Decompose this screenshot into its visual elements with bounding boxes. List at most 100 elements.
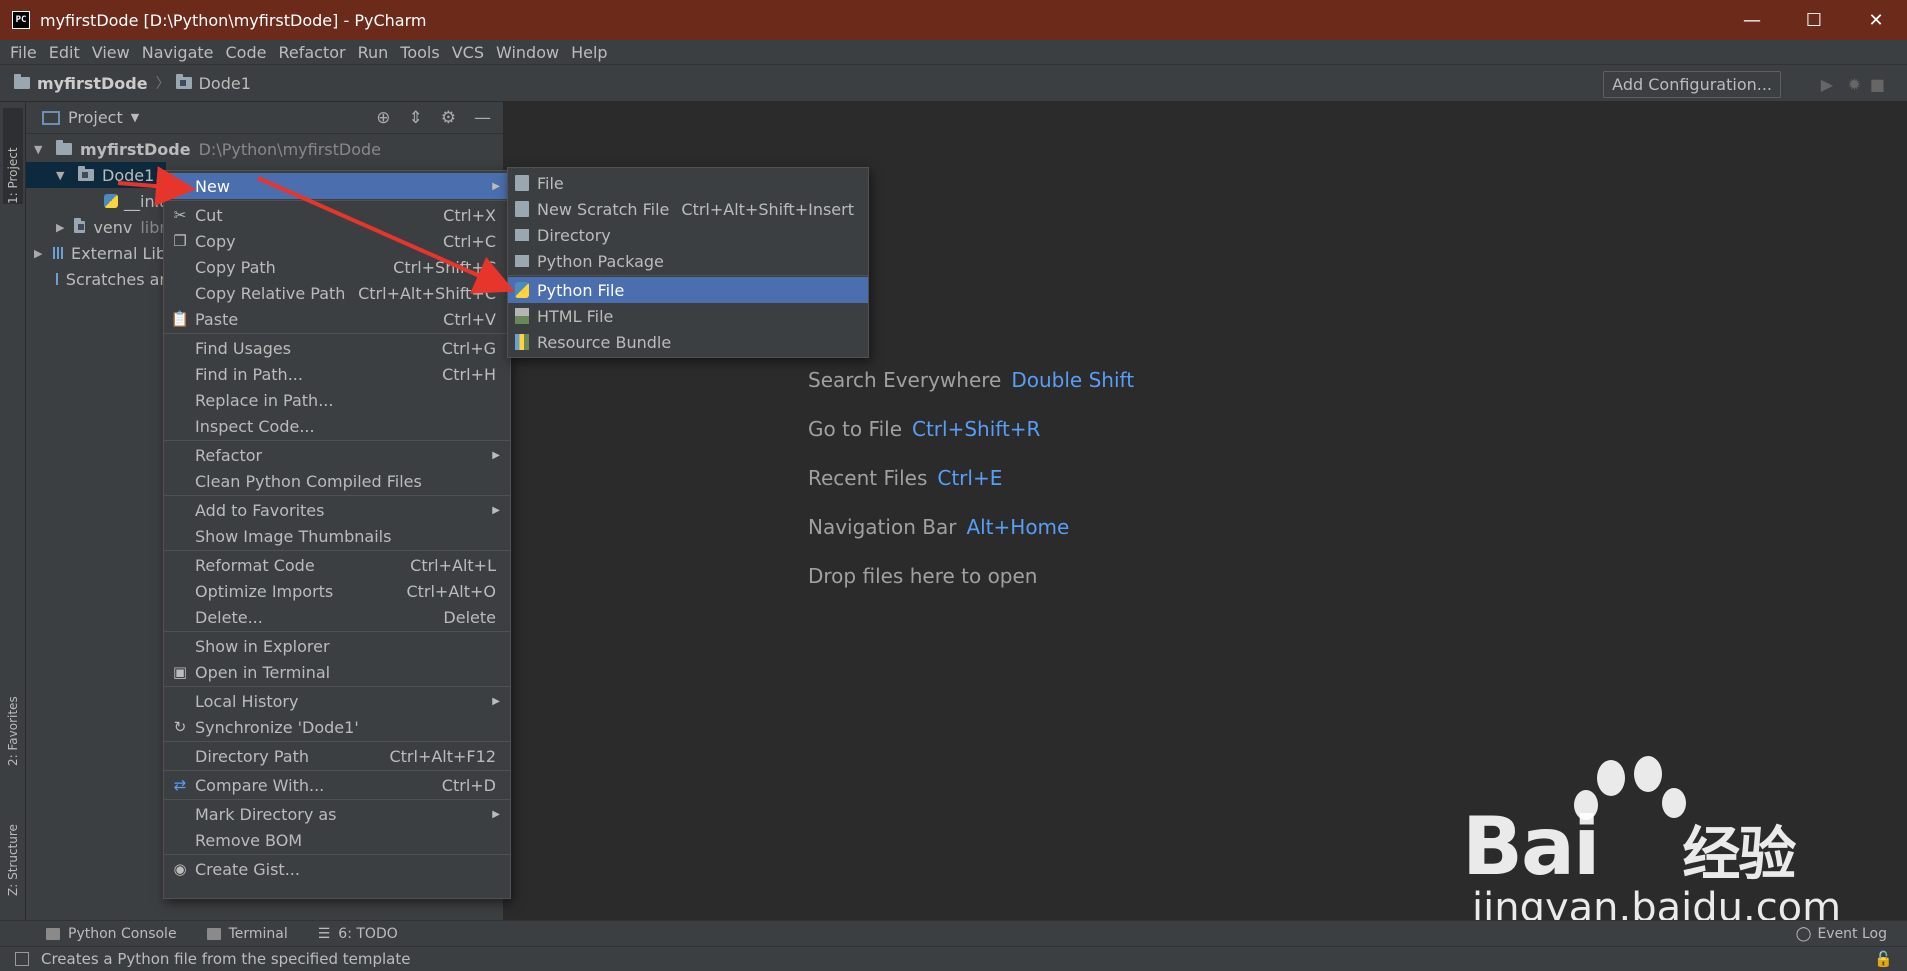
toggle-tool-windows-icon[interactable] (15, 952, 29, 966)
menu-code[interactable]: Code (220, 43, 273, 62)
todo-tab[interactable]: ☰ 6: TODO (318, 926, 398, 942)
menu-item-find-usages[interactable]: Find Usages Ctrl+G (164, 335, 510, 361)
menu-edit[interactable]: Edit (43, 43, 86, 62)
collapse-all-icon[interactable]: ⇕ (409, 108, 423, 128)
submenu-item-label: Python Package (537, 251, 664, 271)
terminal-tab[interactable]: Terminal (206, 925, 288, 942)
menu-file[interactable]: File (4, 43, 43, 62)
lock-icon[interactable]: 🔓 (1874, 950, 1893, 968)
menu-item-synchronize[interactable]: ↻ Synchronize 'Dode1' (164, 714, 510, 740)
menu-run[interactable]: Run (352, 43, 395, 62)
menu-item-local-history[interactable]: Local History ▶ (164, 688, 510, 714)
menu-item-label: Paste (195, 309, 239, 329)
menu-item-add-to-favorites[interactable]: Add to Favorites ▶ (164, 497, 510, 523)
breadcrumb-folder-label: Dode1 (198, 73, 251, 93)
breadcrumb-project[interactable]: myfirstDode (14, 74, 148, 93)
debug-icon[interactable]: ✹ (1848, 75, 1861, 94)
chevron-right-icon[interactable]: ▶ (34, 247, 47, 260)
tree-item-label: Dode1 (102, 165, 155, 185)
locate-icon[interactable]: ⊕ (376, 108, 390, 128)
event-log-tab[interactable]: ◯ Event Log (1796, 926, 1887, 942)
tree-item-external-libraries[interactable]: ▶ External Lib (34, 240, 166, 266)
menu-item-copy[interactable]: ❐ Copy Ctrl+C (164, 228, 510, 254)
menu-item-reformat-code[interactable]: Reformat Code Ctrl+Alt+L (164, 552, 510, 578)
menu-view[interactable]: View (86, 43, 136, 62)
close-button[interactable]: ✕ (1845, 0, 1907, 40)
tab-structure[interactable]: Z: Structure (3, 802, 23, 896)
python-console-icon (46, 927, 60, 940)
hint-label: Search Everywhere (808, 368, 1002, 392)
menu-item-copy-relative-path[interactable]: Copy Relative Path Ctrl+Alt+Shift+C (164, 280, 510, 306)
project-icon (42, 110, 60, 125)
baidu-watermark: Bai 经验 jingyan.baidu.com (1462, 756, 1841, 940)
menu-tools[interactable]: Tools (394, 43, 445, 62)
menu-help[interactable]: Help (565, 43, 613, 62)
menu-item-label: Local History (195, 691, 299, 711)
menu-item-cut[interactable]: ✂ Cut Ctrl+X (164, 202, 510, 228)
menu-item-directory-path[interactable]: Directory Path Ctrl+Alt+F12 (164, 743, 510, 769)
project-panel-header: Project ▼ ⊕ ⇕ ⚙ — (26, 102, 503, 134)
menu-item-create-gist[interactable]: ◉ Create Gist... (164, 856, 510, 882)
tree-item-dode1[interactable]: ▼ Dode1 (26, 162, 166, 188)
submenu-item-html-file[interactable]: HTML File (508, 303, 868, 329)
menu-item-open-in-terminal[interactable]: ▣ Open in Terminal (164, 659, 510, 685)
gear-icon[interactable]: ⚙ (441, 108, 456, 128)
tab-label: Terminal (228, 925, 288, 942)
submenu-item-directory[interactable]: Directory (508, 222, 868, 248)
menu-item-inspect-code[interactable]: Inspect Code... (164, 413, 510, 439)
tree-item-init[interactable]: __init (104, 188, 166, 214)
scratches-icon (56, 273, 60, 285)
submenu-item-python-package[interactable]: Python Package (508, 248, 868, 274)
menu-item-label: Synchronize 'Dode1' (195, 717, 359, 737)
python-console-tab[interactable]: Python Console (46, 926, 177, 942)
submenu-item-resource-bundle[interactable]: Resource Bundle (508, 329, 868, 355)
project-view-selector[interactable]: Project (68, 108, 123, 127)
submenu-item-new-scratch-file[interactable]: New Scratch File Ctrl+Alt+Shift+Insert (508, 196, 868, 222)
menu-navigate[interactable]: Navigate (136, 43, 220, 62)
menu-separator (164, 550, 510, 551)
menu-item-new[interactable]: New ▶ (164, 173, 510, 199)
title-bar: PC myfirstDode [D:\Python\myfirstDode] -… (0, 0, 1907, 40)
menu-item-clean-python-compiled[interactable]: Clean Python Compiled Files (164, 468, 510, 494)
menu-item-remove-bom[interactable]: Remove BOM (164, 827, 510, 853)
menu-item-refactor[interactable]: Refactor ▶ (164, 442, 510, 468)
menu-item-copy-path[interactable]: Copy Path Ctrl+Shift+C (164, 254, 510, 280)
chevron-down-icon[interactable]: ▼ (131, 111, 139, 124)
add-configuration-button[interactable]: Add Configuration... (1603, 71, 1781, 98)
stop-icon[interactable]: ■ (1870, 75, 1885, 94)
chevron-right-icon[interactable]: ▶ (56, 221, 68, 234)
submenu-item-label: Resource Bundle (537, 332, 672, 352)
breadcrumb-folder[interactable]: Dode1 (175, 73, 251, 93)
hide-icon[interactable]: — (474, 108, 491, 128)
menu-item-delete[interactable]: Delete... Delete (164, 604, 510, 630)
menu-refactor[interactable]: Refactor (272, 43, 351, 62)
menu-item-replace-in-path[interactable]: Replace in Path... (164, 387, 510, 413)
tree-item-root[interactable]: ▼ myfirstDode D:\Python\myfirstDode (34, 136, 494, 162)
submenu-item-shortcut: Ctrl+Alt+Shift+Insert (681, 199, 854, 219)
menu-item-paste[interactable]: 📋 Paste Ctrl+V (164, 306, 510, 332)
menu-item-show-image-thumbnails[interactable]: Show Image Thumbnails (164, 523, 510, 549)
menu-item-optimize-imports[interactable]: Optimize Imports Ctrl+Alt+O (164, 578, 510, 604)
run-icon[interactable]: ▶ (1821, 75, 1833, 94)
package-icon (515, 255, 529, 267)
chevron-down-icon[interactable]: ▼ (34, 143, 50, 156)
chevron-down-icon[interactable]: ▼ (56, 169, 72, 182)
menu-item-find-in-path[interactable]: Find in Path... Ctrl+H (164, 361, 510, 387)
menu-item-label: Compare With... (195, 775, 325, 795)
tab-project[interactable]: 1: Project (3, 108, 23, 204)
submenu-item-file[interactable]: File (508, 170, 868, 196)
menu-vcs[interactable]: VCS (446, 43, 490, 62)
menu-window[interactable]: Window (490, 43, 565, 62)
tab-favorites[interactable]: 2: Favorites (3, 682, 23, 766)
menu-item-compare-with[interactable]: ⇄ Compare With... Ctrl+D (164, 772, 510, 798)
submenu-item-label: HTML File (537, 306, 614, 326)
minimize-button[interactable]: — (1721, 0, 1783, 40)
tree-item-scratches[interactable]: Scratches ar (56, 266, 166, 292)
hint-key: Ctrl+Shift+R (912, 417, 1041, 441)
tree-item-venv[interactable]: ▶ venv libr (56, 214, 166, 240)
menu-item-label: Cut (195, 205, 223, 225)
menu-item-show-in-explorer[interactable]: Show in Explorer (164, 633, 510, 659)
submenu-item-python-file[interactable]: Python File (508, 277, 868, 303)
menu-item-mark-directory-as[interactable]: Mark Directory as ▶ (164, 801, 510, 827)
maximize-button[interactable]: ☐ (1783, 0, 1845, 40)
